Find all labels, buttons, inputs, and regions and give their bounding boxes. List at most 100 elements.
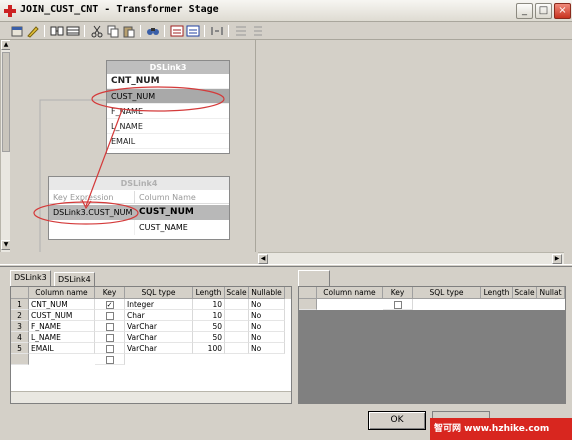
output-link-box[interactable]: DSLink4 Key Expression Column Name DSLin… — [48, 176, 230, 240]
minimize-button[interactable]: _ — [516, 3, 533, 19]
find-icon[interactable] — [146, 24, 160, 38]
key-expression-empty-cell[interactable] — [49, 220, 135, 235]
nullable-header[interactable]: Nullat — [537, 287, 565, 299]
column-name-header[interactable]: Column name — [317, 287, 383, 299]
transformer-stage-icon — [4, 5, 16, 17]
output-columns-pane: Column name Key SQL type Length Scale Nu… — [298, 268, 566, 408]
key-checkbox[interactable] — [105, 323, 114, 331]
output-column-cust-name[interactable]: CUST_NAME — [135, 220, 229, 235]
constraints-icon[interactable] — [26, 24, 40, 38]
nullable-cell[interactable]: No — [249, 299, 285, 310]
load-columns-icon[interactable] — [170, 24, 184, 38]
column-name-header[interactable]: Column name — [29, 287, 95, 299]
key-checkbox[interactable] — [105, 345, 114, 353]
output-order-icon[interactable] — [250, 24, 264, 38]
sql-type-header[interactable]: SQL type — [125, 287, 193, 299]
sql-type-header[interactable]: SQL type — [413, 287, 481, 299]
column-name-cell[interactable]: CNT_NUM — [29, 299, 95, 310]
key-checkbox-cell[interactable] — [95, 321, 125, 332]
save-columns-icon[interactable] — [186, 24, 200, 38]
sql-type-cell[interactable]: Char — [125, 310, 193, 321]
key-checkbox[interactable] — [105, 312, 114, 320]
close-button[interactable]: × — [554, 3, 571, 19]
pane-splitter[interactable] — [0, 264, 572, 267]
output-column-cust-num[interactable]: CUST_NUM — [135, 205, 229, 220]
key-header[interactable]: Key — [95, 287, 125, 299]
properties-icon[interactable] — [10, 24, 24, 38]
length-cell[interactable]: 50 — [193, 321, 225, 332]
input-column-email[interactable]: EMAIL — [107, 134, 229, 149]
key-checkbox[interactable] — [105, 334, 114, 342]
cut-icon[interactable] — [90, 24, 104, 38]
output-link-title: DSLink4 — [49, 177, 229, 190]
column-name-cell[interactable]: L_NAME — [29, 332, 95, 343]
empty-new-row[interactable] — [299, 299, 565, 310]
scroll-left-button[interactable]: ◀ — [258, 254, 268, 264]
key-checkbox-cell[interactable] — [383, 299, 413, 310]
tab-dslink3[interactable]: DSLink3 — [10, 270, 51, 286]
toolbar-separator — [228, 25, 229, 37]
ok-button[interactable]: OK — [368, 411, 426, 430]
input-column-f-name[interactable]: F_NAME — [107, 104, 229, 119]
scroll-thumb[interactable] — [2, 52, 10, 152]
column-name-cell[interactable]: F_NAME — [29, 321, 95, 332]
scale-cell[interactable] — [225, 299, 249, 310]
scale-cell[interactable] — [225, 310, 249, 321]
key-checkbox-cell[interactable] — [95, 354, 125, 365]
link-area-icon[interactable] — [50, 24, 64, 38]
scale-cell[interactable] — [225, 332, 249, 343]
input-order-icon[interactable] — [234, 24, 248, 38]
column-name-cell[interactable]: CUST_NUM — [29, 310, 95, 321]
output-area-horizontal-scrollbar[interactable]: ◀ ▶ — [258, 252, 564, 264]
key-checkbox-cell[interactable] — [95, 332, 125, 343]
tab-dslink4[interactable]: DSLink4 — [54, 272, 95, 286]
scale-header[interactable]: Scale — [225, 287, 249, 299]
input-column-cust-num[interactable]: CUST_NUM — [107, 89, 229, 104]
key-checkbox-cell[interactable] — [95, 343, 125, 354]
nullable-cell[interactable]: No — [249, 332, 285, 343]
input-link-box[interactable]: DSLink3 CNT_NUM CUST_NUM F_NAME L_NAME E… — [106, 60, 230, 154]
key-checkbox[interactable] — [105, 356, 114, 364]
length-cell[interactable]: 10 — [193, 299, 225, 310]
scale-header[interactable]: Scale — [513, 287, 537, 299]
grid-horizontal-scrollbar[interactable] — [11, 391, 291, 403]
scroll-right-button[interactable]: ▶ — [552, 254, 562, 264]
nullable-cell[interactable]: No — [249, 343, 285, 354]
length-cell[interactable]: 100 — [193, 343, 225, 354]
nullable-cell[interactable]: No — [249, 310, 285, 321]
sql-type-cell[interactable]: VarChar — [125, 343, 193, 354]
length-cell[interactable]: 10 — [193, 310, 225, 321]
output-columns-grid[interactable]: Column name Key SQL type Length Scale Nu… — [298, 286, 566, 404]
output-link-area[interactable] — [258, 40, 564, 252]
grid-icon[interactable] — [66, 24, 80, 38]
input-link-area[interactable]: DSLink3 CNT_NUM CUST_NUM F_NAME L_NAME E… — [10, 40, 256, 252]
input-column-l-name[interactable]: L_NAME — [107, 119, 229, 134]
row-number — [11, 354, 29, 365]
column-name-cell[interactable]: EMAIL — [29, 343, 95, 354]
scale-cell[interactable] — [225, 321, 249, 332]
length-cell[interactable]: 50 — [193, 332, 225, 343]
key-expression-cell[interactable]: DSLink3.CUST_NUM — [49, 205, 135, 220]
sql-type-cell[interactable]: VarChar — [125, 321, 193, 332]
title-bar[interactable]: JOIN_CUST_CNT - Transformer Stage _ □ × — [0, 0, 572, 22]
nullable-header[interactable]: Nullable — [249, 287, 285, 299]
sql-type-cell[interactable]: VarChar — [125, 332, 193, 343]
length-header[interactable]: Length — [481, 287, 513, 299]
column-auto-match-icon[interactable] — [210, 24, 224, 38]
copy-icon[interactable] — [106, 24, 120, 38]
maximize-button[interactable]: □ — [535, 3, 552, 19]
length-header[interactable]: Length — [193, 287, 225, 299]
key-checkbox-cell[interactable]: ✓ — [95, 299, 125, 310]
key-checkbox[interactable] — [393, 301, 402, 309]
input-columns-grid[interactable]: Column name Key SQL type Length Scale Nu… — [10, 286, 292, 404]
key-checkbox-cell[interactable] — [95, 310, 125, 321]
scale-cell[interactable] — [225, 343, 249, 354]
tab-output[interactable] — [298, 270, 330, 286]
nullable-cell[interactable]: No — [249, 321, 285, 332]
key-header[interactable]: Key — [383, 287, 413, 299]
sql-type-cell[interactable]: Integer — [125, 299, 193, 310]
left-vertical-scrollbar[interactable]: ▲ ▼ — [0, 40, 11, 252]
paste-icon[interactable] — [122, 24, 136, 38]
input-column-cnt-num[interactable]: CNT_NUM — [107, 74, 229, 89]
key-checkbox[interactable]: ✓ — [105, 301, 114, 309]
